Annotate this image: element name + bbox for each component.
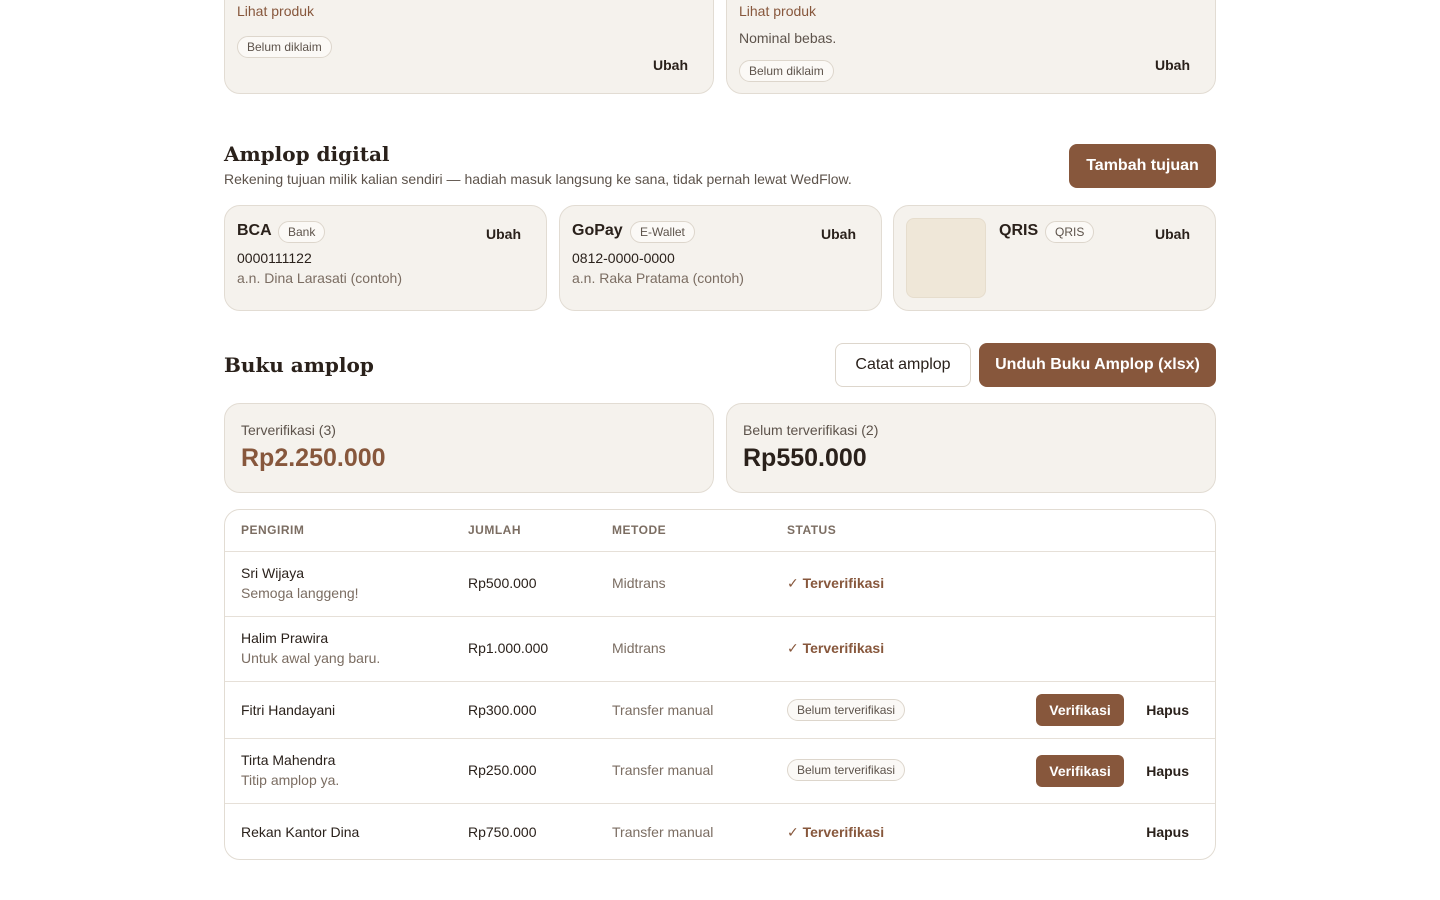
amount: Rp300.000 — [468, 702, 537, 718]
amount: Rp250.000 — [468, 762, 537, 778]
column-header-jumlah: JUMLAH — [468, 523, 521, 537]
edit-product-button[interactable]: Ubah — [653, 57, 688, 73]
view-product-link[interactable]: Lihat produk — [237, 3, 314, 19]
delete-button[interactable]: Hapus — [1146, 824, 1189, 840]
sender-name: Tirta Mahendra — [241, 752, 336, 768]
amount: Rp500.000 — [468, 575, 537, 591]
product-note: Nominal bebas. — [739, 30, 837, 46]
status-verified: ✓ Terverifikasi — [787, 575, 885, 591]
account-card-qris: QRIS QRIS Ubah — [893, 205, 1216, 311]
record-amplop-button[interactable]: Catat amplop — [835, 343, 971, 387]
product-card: Lihat produk Belum diklaim Ubah — [224, 0, 714, 94]
table-row: Sri Wijaya Semoga langgeng! Rp500.000 Mi… — [225, 551, 1215, 616]
method: Midtrans — [612, 640, 666, 656]
sender-name: Sri Wijaya — [241, 565, 305, 581]
delete-button[interactable]: Hapus — [1146, 702, 1189, 718]
account-card-gopay: GoPay E-Wallet Ubah 0812-0000-0000 a.n. … — [559, 205, 882, 311]
verified-label: Terverifikasi (3) — [241, 422, 336, 438]
sender-message: Untuk awal yang baru. — [241, 650, 381, 666]
status-verified: ✓ Terverifikasi — [787, 640, 885, 656]
unverified-label: Belum terverifikasi (2) — [743, 422, 879, 438]
amplop-section-title: Amplop digital — [224, 142, 390, 166]
table-row: Fitri Handayani Rp300.000 Transfer manua… — [225, 681, 1215, 738]
amplop-section-subtitle: Rekening tujuan milik kalian sendiri — h… — [224, 171, 852, 187]
claim-status-badge: Belum diklaim — [237, 36, 332, 58]
amount: Rp750.000 — [468, 824, 537, 840]
download-xlsx-button[interactable]: Unduh Buku Amplop (xlsx) — [979, 343, 1216, 387]
account-type-badge: QRIS — [1045, 221, 1095, 243]
status-verified: ✓ Terverifikasi — [787, 824, 885, 840]
table-row: Halim Prawira Untuk awal yang baru. Rp1.… — [225, 616, 1215, 681]
unverified-total-card: Belum terverifikasi (2) Rp550.000 — [726, 403, 1216, 493]
amplop-table: PENGIRIM JUMLAH METODE STATUS Sri Wijaya… — [224, 509, 1216, 860]
qris-image — [906, 218, 986, 298]
verified-amount: Rp2.250.000 — [241, 444, 386, 472]
account-name: QRIS — [999, 222, 1039, 239]
sender-name: Halim Prawira — [241, 630, 329, 646]
edit-account-button[interactable]: Ubah — [1155, 226, 1190, 242]
account-holder: a.n. Raka Pratama (contoh) — [572, 270, 744, 286]
column-header-status: STATUS — [787, 523, 837, 537]
account-holder: a.n. Dina Larasati (contoh) — [237, 270, 402, 286]
claim-status-badge: Belum diklaim — [739, 60, 834, 82]
verified-total-card: Terverifikasi (3) Rp2.250.000 — [224, 403, 714, 493]
status-unverified-badge: Belum terverifikasi — [787, 759, 906, 781]
account-number: 0812-0000-0000 — [572, 250, 675, 266]
product-card: Lihat produk Nominal bebas. Belum diklai… — [726, 0, 1216, 94]
table-row: Tirta Mahendra Titip amplop ya. Rp250.00… — [225, 738, 1215, 803]
column-header-metode: METODE — [612, 523, 667, 537]
edit-product-button[interactable]: Ubah — [1155, 57, 1190, 73]
sender-message: Titip amplop ya. — [241, 772, 340, 788]
unverified-amount: Rp550.000 — [743, 444, 867, 472]
add-destination-button[interactable]: Tambah tujuan — [1069, 144, 1216, 188]
account-number: 0000111122 — [237, 250, 312, 266]
account-type-badge: E-Wallet — [630, 221, 695, 243]
method: Midtrans — [612, 575, 666, 591]
sender-name: Fitri Handayani — [241, 702, 336, 718]
method: Transfer manual — [612, 824, 714, 840]
view-product-link[interactable]: Lihat produk — [739, 3, 816, 19]
table-row: Rekan Kantor Dina Rp750.000 Transfer man… — [225, 803, 1215, 859]
method: Transfer manual — [612, 702, 714, 718]
account-type-badge: Bank — [278, 221, 326, 243]
delete-button[interactable]: Hapus — [1146, 763, 1189, 779]
account-name: GoPay — [572, 222, 623, 239]
sender-name: Rekan Kantor Dina — [241, 824, 360, 840]
amount: Rp1.000.000 — [468, 640, 549, 656]
verify-button[interactable]: Verifikasi — [1036, 755, 1124, 787]
verify-button[interactable]: Verifikasi — [1036, 694, 1124, 726]
sender-message: Semoga langgeng! — [241, 585, 359, 601]
status-unverified-badge: Belum terverifikasi — [787, 699, 906, 721]
account-card-bca: BCA Bank Ubah 0000111122 a.n. Dina Laras… — [224, 205, 547, 311]
account-name: BCA — [237, 222, 272, 239]
column-header-pengirim: PENGIRIM — [241, 523, 305, 537]
edit-account-button[interactable]: Ubah — [486, 226, 521, 242]
method: Transfer manual — [612, 762, 714, 778]
edit-account-button[interactable]: Ubah — [821, 226, 856, 242]
buku-section-title: Buku amplop — [224, 353, 374, 377]
